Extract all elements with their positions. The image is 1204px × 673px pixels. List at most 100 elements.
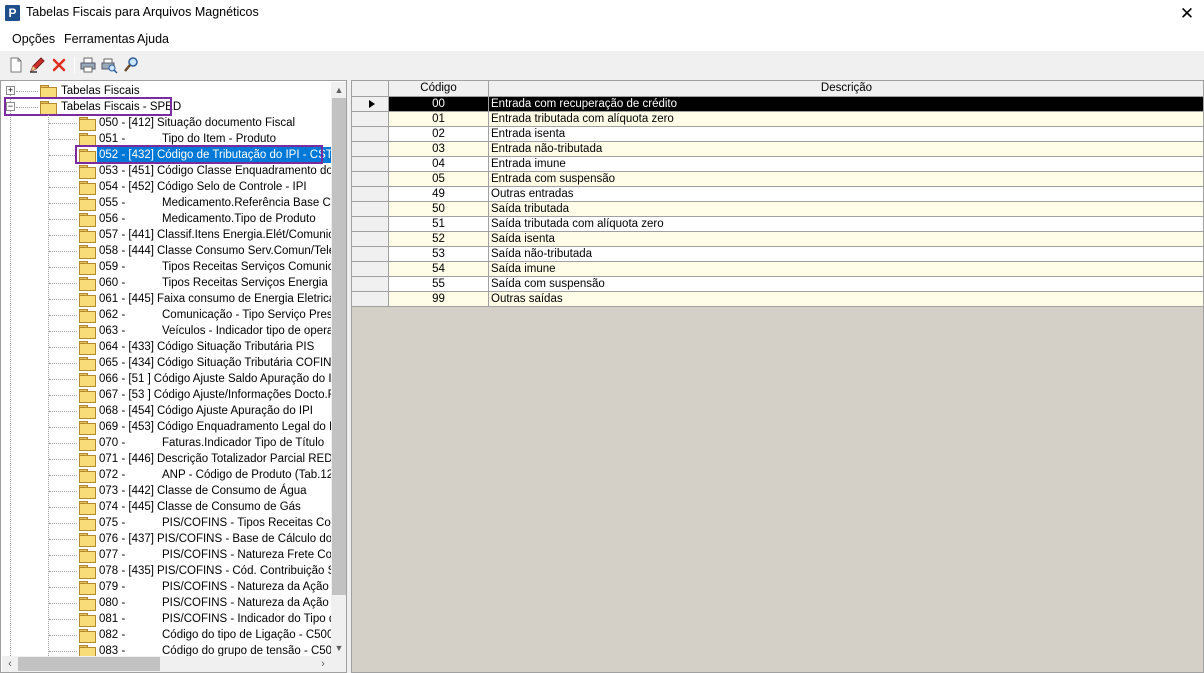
cell-descricao[interactable]: Entrada com suspensão xyxy=(489,172,1203,187)
edit-icon[interactable] xyxy=(28,56,46,74)
cell-codigo[interactable]: 49 xyxy=(389,187,489,202)
tree-node-label: 072 - ANP - Código de Produto (Tab.12 SI xyxy=(97,467,346,483)
cell-descricao[interactable]: Entrada não-tributada xyxy=(489,142,1203,157)
table-row[interactable]: 55 Saída com suspensão xyxy=(352,277,1203,292)
table-row[interactable]: 53 Saída não-tributada xyxy=(352,247,1203,262)
row-indicator[interactable] xyxy=(352,217,389,232)
table-row[interactable]: 04 Entrada imune xyxy=(352,157,1203,172)
cell-descricao[interactable]: Entrada isenta xyxy=(489,127,1203,142)
scroll-up-icon[interactable]: ▲ xyxy=(331,82,346,98)
table-row[interactable]: 51 Saída tributada com alíquota zero xyxy=(352,217,1203,232)
table-row[interactable]: 05 Entrada com suspensão xyxy=(352,172,1203,187)
tree-node-name: PIS/COFINS - Natureza da Ação Jud xyxy=(162,581,347,593)
folder-icon xyxy=(79,373,96,387)
tree-node-name: Código Classe Enquadramento do IP xyxy=(156,165,347,177)
tree-node-code: 070 - xyxy=(99,437,126,449)
scroll-thumb[interactable] xyxy=(332,98,346,595)
cell-descricao[interactable]: Saída não-tributada xyxy=(489,247,1203,262)
cell-codigo[interactable]: 53 xyxy=(389,247,489,262)
cell-codigo[interactable]: 01 xyxy=(389,112,489,127)
cell-codigo[interactable]: 00 xyxy=(389,97,489,112)
table-row[interactable]: 52 Saída isenta xyxy=(352,232,1203,247)
cell-codigo[interactable]: 99 xyxy=(389,292,489,307)
menu-ajuda[interactable]: Ajuda xyxy=(137,32,169,46)
cell-descricao[interactable]: Entrada com recuperação de crédito xyxy=(489,97,1203,112)
tree-node-label: 068 - [454] Código Ajuste Apuração do IPI xyxy=(97,403,315,419)
tree-node-code: 066 - [51 ] xyxy=(99,373,151,385)
cell-codigo[interactable]: 54 xyxy=(389,262,489,277)
cell-codigo[interactable]: 03 xyxy=(389,142,489,157)
cell-descricao[interactable]: Outras entradas xyxy=(489,187,1203,202)
close-button[interactable]: ✕ xyxy=(1170,0,1204,27)
scroll-down-icon[interactable]: ▼ xyxy=(331,640,346,656)
folder-icon xyxy=(79,501,96,515)
cell-descricao[interactable]: Saída imune xyxy=(489,262,1203,277)
scroll-left-icon[interactable]: ‹ xyxy=(2,656,18,672)
print-icon[interactable] xyxy=(79,56,97,74)
cell-codigo[interactable]: 55 xyxy=(389,277,489,292)
table-row[interactable]: 03 Entrada não-tributada xyxy=(352,142,1203,157)
row-indicator[interactable] xyxy=(352,262,389,277)
tree-node-code: 074 - [445] xyxy=(99,501,154,513)
table-row[interactable]: 50 Saída tributada xyxy=(352,202,1203,217)
row-indicator[interactable] xyxy=(352,292,389,307)
row-indicator[interactable] xyxy=(352,112,389,127)
delete-icon[interactable] xyxy=(50,56,68,74)
cell-descricao[interactable]: Saída com suspensão xyxy=(489,277,1203,292)
folder-icon xyxy=(40,85,57,99)
row-indicator[interactable] xyxy=(352,202,389,217)
vertical-scrollbar[interactable]: ▲ ▼ xyxy=(331,82,346,656)
row-indicator[interactable] xyxy=(352,142,389,157)
row-indicator[interactable] xyxy=(352,187,389,202)
cell-codigo[interactable]: 02 xyxy=(389,127,489,142)
cell-descricao[interactable]: Outras saídas xyxy=(489,292,1203,307)
data-grid[interactable]: Código Descrição 00 Entrada com recuperaç… xyxy=(351,80,1204,673)
cell-descricao[interactable]: Saída tributada xyxy=(489,202,1203,217)
table-row[interactable]: 99 Outras saídas xyxy=(352,292,1203,307)
column-header-codigo[interactable]: Código xyxy=(389,81,489,97)
tree-node-label: 060 - Tipos Receitas Serviços Energia Elé… xyxy=(97,275,346,291)
cell-descricao[interactable]: Saída isenta xyxy=(489,232,1203,247)
row-indicator[interactable] xyxy=(352,127,389,142)
tree-node-code: 077 - xyxy=(99,549,126,561)
row-indicator[interactable] xyxy=(352,232,389,247)
column-header-descricao[interactable]: Descrição xyxy=(489,81,1203,97)
row-indicator[interactable] xyxy=(352,157,389,172)
table-row[interactable]: 49 Outras entradas xyxy=(352,187,1203,202)
tree-node-name: Código Ajuste/Informações Docto.Fis xyxy=(153,389,343,401)
menu-ferramentas[interactable]: Ferramentas xyxy=(64,32,135,46)
table-row[interactable]: 54 Saída imune xyxy=(352,262,1203,277)
folder-icon xyxy=(79,613,96,627)
print-preview-icon[interactable] xyxy=(100,56,118,74)
cell-codigo[interactable]: 50 xyxy=(389,202,489,217)
row-indicator[interactable] xyxy=(352,277,389,292)
tree-panel[interactable]: + Tabelas Fiscais − Tabelas Fiscais - SP… xyxy=(0,80,347,673)
cell-descricao[interactable]: Entrada tributada com alíquota zero xyxy=(489,112,1203,127)
new-icon[interactable] xyxy=(7,56,25,74)
search-icon[interactable] xyxy=(122,56,140,74)
cell-codigo[interactable]: 05 xyxy=(389,172,489,187)
cell-codigo[interactable]: 52 xyxy=(389,232,489,247)
menu-opcoes[interactable]: Opções xyxy=(12,32,55,46)
tree-node-name: PIS/COFINS - Tipos Receitas Comun xyxy=(162,517,347,529)
cell-descricao[interactable]: Entrada imune xyxy=(489,157,1203,172)
cell-descricao[interactable]: Saída tributada com alíquota zero xyxy=(489,217,1203,232)
cell-codigo[interactable]: 04 xyxy=(389,157,489,172)
table-row[interactable]: 01 Entrada tributada com alíquota zero xyxy=(352,112,1203,127)
folder-icon xyxy=(79,533,96,547)
cell-codigo[interactable]: 51 xyxy=(389,217,489,232)
tree-node-name: Código Situação Tributária PIS xyxy=(156,341,315,353)
table-row[interactable]: 02 Entrada isenta xyxy=(352,127,1203,142)
row-indicator[interactable] xyxy=(352,172,389,187)
expand-icon[interactable]: + xyxy=(6,86,15,95)
scroll-thumb[interactable] xyxy=(18,657,160,671)
folder-icon xyxy=(79,421,96,435)
row-indicator[interactable] xyxy=(352,247,389,262)
table-row[interactable]: 00 Entrada com recuperação de crédito xyxy=(352,97,1203,112)
scroll-right-icon[interactable]: › xyxy=(315,656,331,672)
tree-node-code: 075 - xyxy=(99,517,126,529)
tree-node-name: Situação documento Fiscal xyxy=(156,117,296,129)
tree-guide-line xyxy=(10,95,11,660)
row-indicator[interactable] xyxy=(352,97,389,112)
horizontal-scrollbar[interactable]: ‹ › xyxy=(2,656,331,672)
